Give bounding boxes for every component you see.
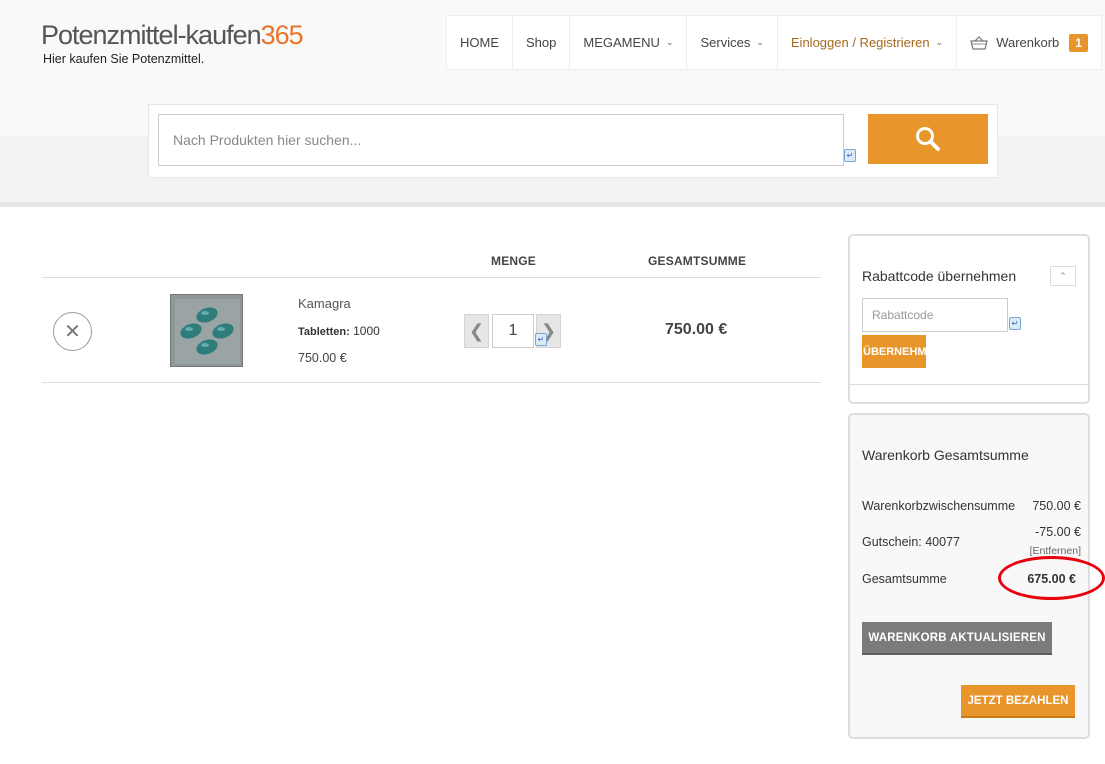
table-header-divider xyxy=(42,277,821,278)
nav-home[interactable]: HOME xyxy=(447,16,513,69)
product-unit-price: 750.00 € xyxy=(298,351,347,365)
nav-cart-label: Warenkorb xyxy=(996,35,1060,50)
column-header-quantity: MENGE xyxy=(491,254,537,268)
search-input[interactable] xyxy=(158,114,844,166)
nav-services-label: Services xyxy=(700,35,751,50)
coupon-divider xyxy=(850,384,1088,385)
coupon-title: Rabattcode übernehmen xyxy=(862,268,1017,284)
basket-icon xyxy=(970,35,988,50)
totals-title: Warenkorb Gesamtsumme xyxy=(862,447,1029,463)
subtotal-value: 750.00 € xyxy=(1032,499,1081,513)
search-bar: ↵ xyxy=(148,104,998,178)
highlight-annotation xyxy=(998,556,1105,600)
subtotal-label: Warenkorbzwischensumme xyxy=(862,499,1016,513)
column-header-total: GESAMTSUMME xyxy=(648,254,747,268)
pill-pack-image xyxy=(171,295,242,366)
collapse-button[interactable]: ⌃ xyxy=(1050,266,1076,286)
line-total: 750.00 € xyxy=(665,321,728,338)
nav-login-label: Einloggen / Registrieren xyxy=(790,35,930,50)
site-logo[interactable]: Potenzmittel-kaufen365 xyxy=(41,20,304,51)
main-nav: HOME Shop MEGAMENU ⌄ Services ⌄ Einloggen … xyxy=(446,15,1102,70)
nav-home-label: HOME xyxy=(460,35,499,50)
chevron-down-icon: ⌄ xyxy=(665,37,674,47)
autofill-icon[interactable]: ↵ xyxy=(1009,317,1021,330)
table-row-divider xyxy=(42,382,821,383)
chevron-down-icon: ⌄ xyxy=(935,37,944,47)
coupon-applied-label: Gutschein: 40077 xyxy=(862,535,960,549)
chevron-down-icon: ⌄ xyxy=(756,37,764,47)
coupon-input[interactable] xyxy=(862,298,1008,332)
update-cart-button[interactable]: WARENKORB AKTUALISIEREN xyxy=(862,622,1052,655)
nav-shop[interactable]: Shop xyxy=(513,16,571,69)
chevron-up-icon: ⌃ xyxy=(1059,270,1067,281)
chevron-left-icon: ❮ xyxy=(468,320,485,341)
nav-shop-label: Shop xyxy=(526,35,557,50)
remove-item-button[interactable]: ✕ xyxy=(53,312,92,351)
variant-label: Tabletten: xyxy=(298,326,350,338)
logo-text: Potenzmittel-kaufen xyxy=(41,20,262,50)
close-icon: ✕ xyxy=(64,321,81,343)
product-thumbnail[interactable] xyxy=(170,294,243,367)
header-divider xyxy=(0,202,1105,207)
nav-megamenu[interactable]: MEGAMENU ⌄ xyxy=(570,16,688,69)
search-icon xyxy=(916,127,940,151)
autofill-icon[interactable]: ↵ xyxy=(535,333,547,346)
coupon-discount-value: -75.00 € xyxy=(1035,525,1081,539)
search-button[interactable] xyxy=(868,114,988,164)
product-variant: Tabletten: 1000 xyxy=(298,324,380,338)
variant-value: 1000 xyxy=(353,324,380,338)
quantity-decrease-button[interactable]: ❮ xyxy=(464,314,489,348)
nav-services[interactable]: Services ⌄ xyxy=(687,16,778,69)
apply-coupon-button[interactable]: ÜBERNEHMEN xyxy=(862,335,926,368)
cart-totals-panel: Warenkorb Gesamtsumme Warenkorbzwischens… xyxy=(848,413,1105,739)
coupon-panel: Rabattcode übernehmen ⌃ ↵ ÜBERNEHMEN xyxy=(848,234,1090,404)
nav-cart[interactable]: Warenkorb 1 xyxy=(957,16,1101,69)
checkout-button[interactable]: JETZT BEZAHLEN xyxy=(961,685,1075,718)
nav-login[interactable]: Einloggen / Registrieren ⌄ xyxy=(778,16,958,69)
cart-count-badge: 1 xyxy=(1069,33,1088,52)
product-name[interactable]: Kamagra xyxy=(298,296,351,311)
logo-number: 365 xyxy=(260,20,304,50)
nav-megamenu-label: MEGAMENU xyxy=(583,35,660,50)
grand-total-label: Gesamtsumme xyxy=(862,572,947,586)
autofill-icon[interactable]: ↵ xyxy=(844,149,856,162)
site-tagline: Hier kaufen Sie Potenzmittel. xyxy=(43,52,205,66)
quantity-input[interactable] xyxy=(492,314,534,348)
